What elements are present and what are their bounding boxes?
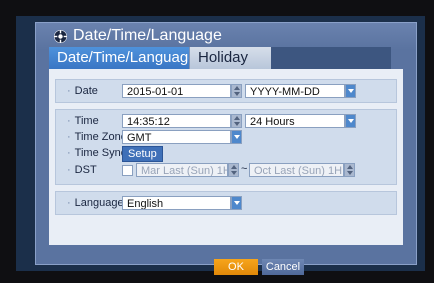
time-field[interactable]: 14:35:12	[122, 114, 231, 128]
tab-date-time-language[interactable]: Date/Time/Language	[49, 47, 197, 69]
time-zone-row: · Time Zone GMT	[56, 130, 396, 145]
time-zone-select[interactable]: GMT	[122, 130, 231, 144]
title-bar: Date/Time/Language	[36, 23, 416, 50]
language-label: · Language	[67, 197, 124, 209]
time-format-select[interactable]: 24 Hours	[245, 114, 345, 128]
date-section: · Date 2015-01-01 YYYY-MM-DD	[55, 79, 397, 103]
date-spinner[interactable]	[231, 84, 242, 98]
dst-end-field[interactable]: Oct Last (Sun) 1H	[249, 163, 344, 177]
ok-button[interactable]: OK	[214, 259, 258, 275]
time-spinner[interactable]	[231, 114, 242, 128]
tab-holiday[interactable]: Holiday	[189, 47, 271, 69]
time-sync-setup-button[interactable]: Setup	[122, 146, 163, 162]
dst-end-spinner[interactable]	[344, 163, 355, 177]
dst-start-field[interactable]: Mar Last (Sun) 1H	[136, 163, 228, 177]
dst-separator: ~	[241, 163, 248, 175]
time-format-dropdown-icon[interactable]	[345, 114, 356, 128]
time-sync-row: · Time Sync. Setup	[56, 146, 396, 162]
language-dropdown-icon[interactable]	[231, 196, 242, 210]
gear-icon	[54, 30, 67, 43]
dst-start-spinner[interactable]	[228, 163, 239, 177]
date-label: · Date	[67, 85, 98, 97]
cancel-button[interactable]: Cancel	[262, 259, 304, 275]
time-label: · Time	[67, 115, 99, 127]
settings-panel: · Date 2015-01-01 YYYY-MM-DD · Time 14:35:…	[49, 69, 403, 245]
language-section: · Language English	[55, 191, 397, 215]
time-zone-dropdown-icon[interactable]	[231, 130, 242, 144]
date-format-dropdown-icon[interactable]	[345, 84, 356, 98]
language-row: · Language English	[56, 196, 396, 211]
dst-checkbox[interactable]	[122, 165, 133, 176]
date-format-select[interactable]: YYYY-MM-DD	[245, 84, 345, 98]
time-section: · Time 14:35:12 24 Hours · Time Zone GMT ·…	[55, 109, 397, 185]
dialog-title: Date/Time/Language	[73, 27, 222, 44]
date-time-language-dialog: Date/Time/Language Date/Time/Language Ho…	[35, 22, 417, 275]
dialog-buttons: OK Cancel	[36, 259, 416, 275]
time-sync-label: · Time Sync.	[67, 147, 130, 159]
time-row: · Time 14:35:12 24 Hours	[56, 114, 396, 129]
language-select[interactable]: English	[122, 196, 231, 210]
time-zone-label: · Time Zone	[67, 131, 127, 143]
dst-label: · DST	[67, 164, 97, 176]
tab-strip-background	[271, 47, 391, 69]
dst-row: · DST Mar Last (Sun) 1H ~ Oct Last (Sun) …	[56, 163, 396, 178]
date-row: · Date 2015-01-01 YYYY-MM-DD	[56, 84, 396, 99]
date-field[interactable]: 2015-01-01	[122, 84, 231, 98]
